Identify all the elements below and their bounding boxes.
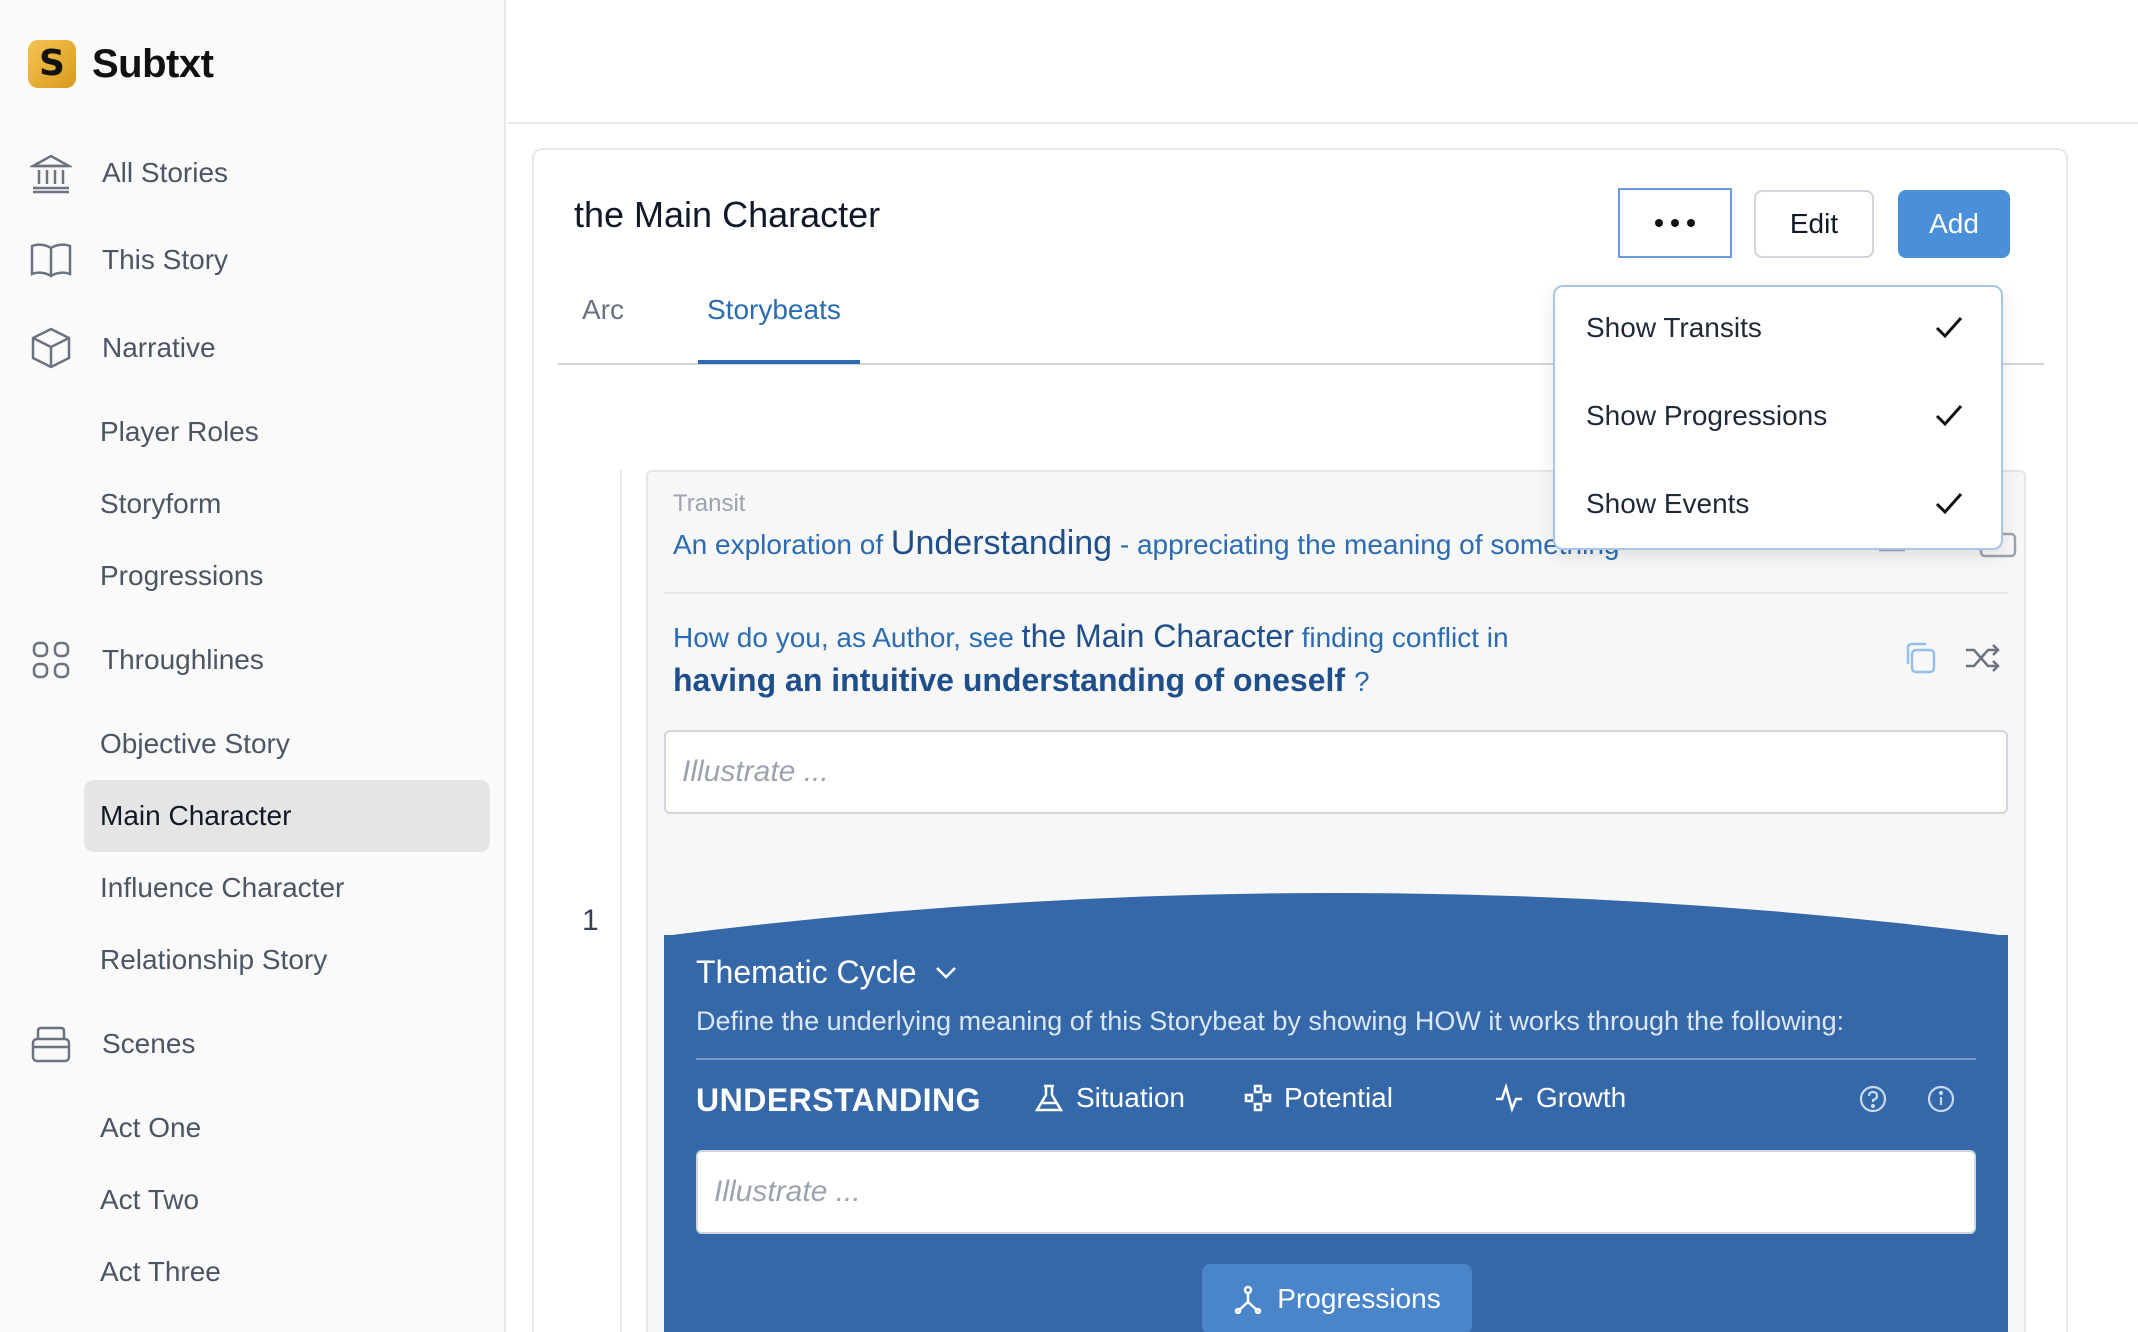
thematic-cycle-toggle[interactable]: Thematic Cycle: [696, 954, 957, 991]
help-circle-icon[interactable]: [1858, 1084, 1888, 1119]
nav-progressions[interactable]: Progressions: [100, 554, 263, 598]
check-icon: [1935, 317, 1963, 339]
progressions-icon: [1235, 1285, 1262, 1314]
nav-label: This Story: [102, 244, 229, 275]
progressions-button[interactable]: Progressions: [1202, 1264, 1472, 1332]
nav-influence-character[interactable]: Influence Character: [100, 866, 344, 910]
nav-player-roles[interactable]: Player Roles: [100, 410, 259, 454]
edit-button[interactable]: Edit: [1754, 190, 1874, 258]
card-title: the Main Character: [574, 194, 881, 235]
nav-act-one[interactable]: Act One: [100, 1106, 201, 1150]
growth-tab[interactable]: Growth: [1494, 1082, 1626, 1114]
chevron-down-icon: [935, 966, 956, 979]
beat-timeline-line: [620, 470, 622, 1332]
logo-icon: S: [28, 40, 76, 88]
potential-tab[interactable]: Potential: [1244, 1082, 1393, 1114]
transit-concept: Understanding: [890, 524, 1113, 562]
flask-icon: [1034, 1084, 1064, 1112]
question-subject: the Main Character: [1021, 618, 1294, 654]
transit-label: Transit: [673, 490, 746, 517]
beat-question-line: How do you, as Author, see the Main Char…: [673, 618, 1509, 654]
dot-icon: [1671, 219, 1679, 227]
book-open-icon: [28, 237, 74, 283]
check-icon: [1935, 405, 1963, 427]
check-icon: [1935, 493, 1963, 515]
nav-narrative[interactable]: Narrative: [28, 320, 216, 376]
nav-this-story[interactable]: This Story: [28, 232, 228, 288]
nav-storyform[interactable]: Storyform: [100, 482, 221, 526]
cube-icon: [28, 325, 74, 371]
nav-objective-story[interactable]: Objective Story: [100, 722, 290, 766]
info-circle-icon[interactable]: [1926, 1084, 1956, 1119]
nav-label: Throughlines: [102, 644, 264, 675]
divider: [696, 1058, 1976, 1060]
grid-icon: [28, 637, 74, 683]
nav-label: All Stories: [102, 157, 229, 188]
cycle-illustrate-input[interactable]: Illustrate ...: [696, 1150, 1976, 1234]
app-name: Subtxt: [92, 41, 214, 86]
situation-tab[interactable]: Situation: [1034, 1082, 1185, 1114]
nav-main-character[interactable]: Main Character: [100, 794, 291, 838]
menu-item-show-events[interactable]: Show Events: [1586, 488, 1749, 520]
nav-all-stories[interactable]: All Stories: [28, 145, 228, 201]
nav-label: Narrative: [102, 332, 216, 363]
nav-act-two[interactable]: Act Two: [100, 1178, 199, 1222]
nav-act-three[interactable]: Act Three: [100, 1250, 221, 1294]
add-button[interactable]: Add: [1898, 190, 2010, 258]
shuffle-icon[interactable]: [1964, 640, 2000, 681]
dot-icon: [1655, 219, 1663, 227]
tab-arc[interactable]: Arc: [582, 290, 624, 330]
cycle-concept: UNDERSTANDING: [696, 1082, 982, 1118]
beat-question-focus: having an intuitive understanding of one…: [673, 662, 1370, 698]
nav-relationship-story[interactable]: Relationship Story: [100, 938, 327, 982]
nav-label: Scenes: [102, 1028, 196, 1059]
bank-icon: [28, 150, 74, 196]
thematic-cycle-description: Define the underlying meaning of this St…: [696, 1006, 1845, 1036]
inbox-stack-icon: [28, 1021, 74, 1067]
sidebar: S Subtxt All Stories This Story Narrativ…: [0, 0, 506, 1332]
menu-item-show-transits[interactable]: Show Transits: [1586, 312, 1762, 344]
nav-throughlines[interactable]: Throughlines: [28, 632, 264, 688]
dot-icon: [1687, 219, 1695, 227]
more-options-button[interactable]: [1618, 188, 1732, 258]
illustrate-input[interactable]: Illustrate ...: [664, 730, 2008, 814]
divider: [664, 592, 2008, 594]
pulse-icon: [1496, 1083, 1522, 1113]
cycle-curve: [664, 893, 2008, 940]
nav-scenes[interactable]: Scenes: [28, 1016, 195, 1072]
active-tab-indicator: [698, 360, 860, 364]
top-bar: [508, 0, 2138, 124]
sparkle-grid-icon: [1244, 1084, 1272, 1112]
transit-text: An exploration of Understanding - apprec…: [673, 524, 1620, 562]
tab-storybeats[interactable]: Storybeats: [707, 290, 841, 330]
copy-icon[interactable]: [1902, 640, 1938, 681]
beat-number: 1: [582, 904, 599, 937]
menu-item-show-progressions[interactable]: Show Progressions: [1586, 400, 1827, 432]
app-logo[interactable]: S Subtxt: [28, 40, 214, 88]
